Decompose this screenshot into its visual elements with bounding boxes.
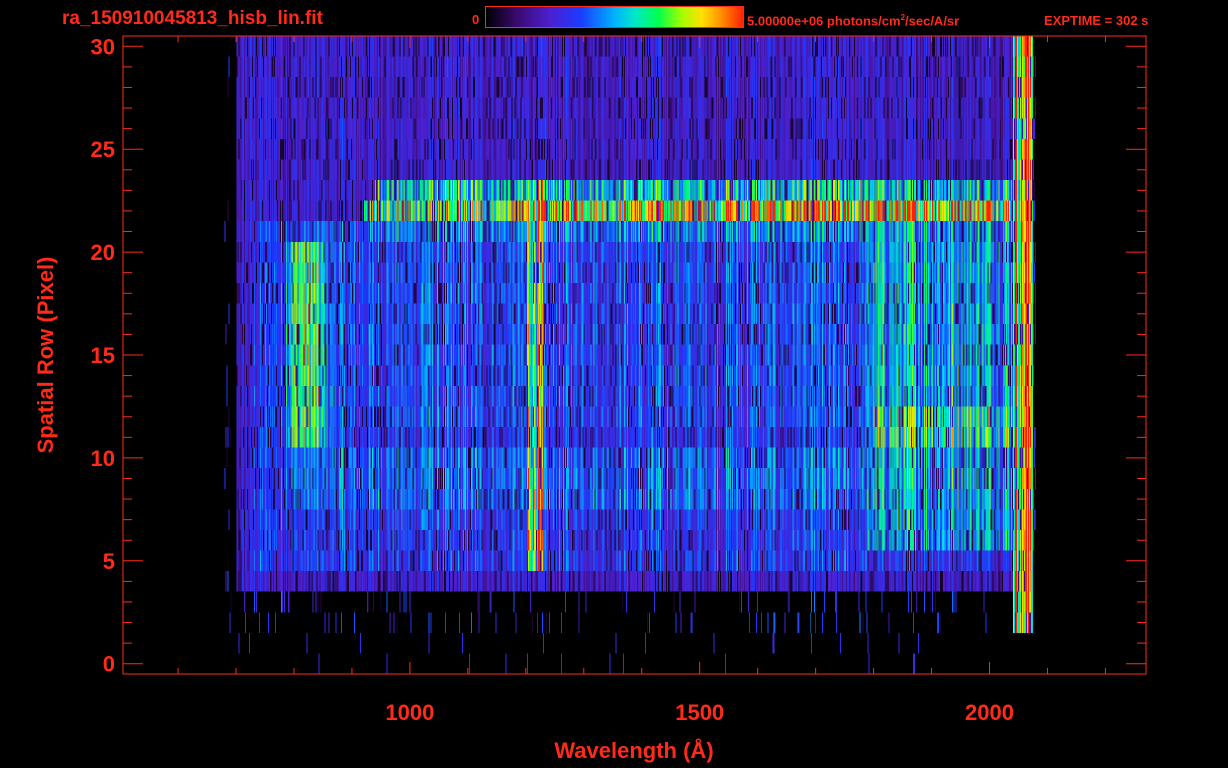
y-tick-label: 25: [91, 137, 115, 162]
y-tick-label: 5: [103, 549, 115, 574]
x-axis-label: Wavelength (Å): [554, 737, 713, 763]
heatmap-cells: [224, 36, 1036, 674]
x-tick-label: 1500: [675, 700, 724, 725]
y-tick-label: 10: [91, 446, 115, 471]
x-tick-label: 2000: [965, 700, 1014, 725]
spectrum-image: [224, 36, 1036, 674]
heatmap-plot: 1000 1500 2000051015202530 Wavelength (Å) …: [33, 34, 1147, 763]
y-tick-label: 15: [91, 343, 115, 368]
y-axis-label: Spatial Row (Pixel): [33, 257, 58, 454]
y-tick-label: 0: [103, 652, 115, 677]
y-tick-label: 20: [91, 240, 115, 265]
y-tick-label: 30: [91, 34, 115, 59]
x-tick-label: 1000: [385, 700, 434, 725]
